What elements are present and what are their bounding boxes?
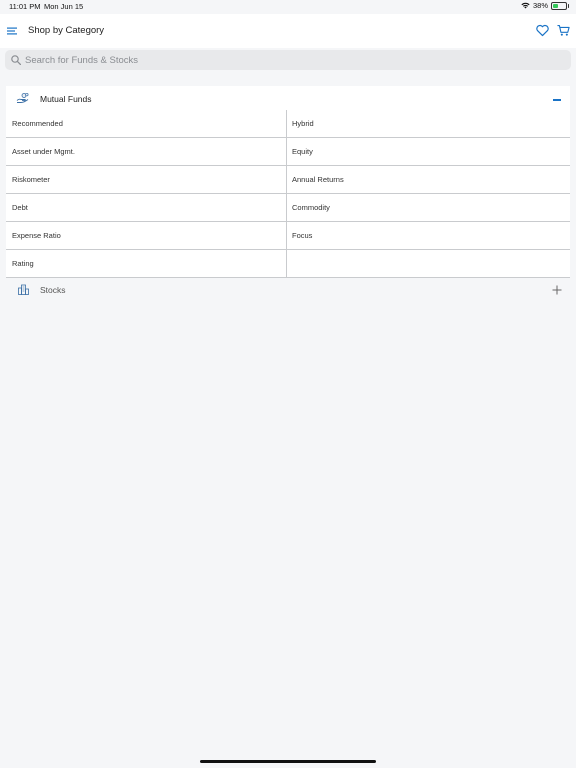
- stocks-building-icon: [18, 284, 29, 295]
- mutual-funds-section-header[interactable]: Mutual Funds: [6, 86, 570, 110]
- battery-fill: [553, 3, 558, 8]
- battery-icon: [551, 1, 569, 10]
- expand-plus-icon[interactable]: [552, 285, 562, 295]
- cart-icon[interactable]: [557, 24, 570, 37]
- mutual-funds-icon: [16, 92, 29, 103]
- category-recommended[interactable]: Recommended: [6, 110, 287, 137]
- grid-row: Asset under Mgmt. Equity: [6, 138, 570, 166]
- menu-icon[interactable]: [7, 26, 17, 36]
- status-indicators: 38%: [521, 1, 569, 10]
- status-date: Mon Jun 15: [44, 2, 84, 11]
- category-annual-returns[interactable]: Annual Returns: [287, 166, 570, 193]
- grid-row: Recommended Hybrid: [6, 110, 570, 138]
- grid-row: Expense Ratio Focus: [6, 222, 570, 250]
- search-input[interactable]: [25, 50, 565, 70]
- status-time: 11:01 PM: [9, 2, 41, 11]
- category-debt[interactable]: Debt: [6, 194, 287, 221]
- category-hybrid[interactable]: Hybrid: [287, 110, 570, 137]
- category-riskometer[interactable]: Riskometer: [6, 166, 287, 193]
- category-asset-under-mgmt[interactable]: Asset under Mgmt.: [6, 138, 287, 165]
- category-equity[interactable]: Equity: [287, 138, 570, 165]
- app-header: Shop by Category: [0, 14, 576, 48]
- category-empty-cell: [287, 250, 570, 277]
- collapse-icon[interactable]: [553, 99, 561, 101]
- home-indicator: [200, 760, 376, 763]
- category-expense-ratio[interactable]: Expense Ratio: [6, 222, 287, 249]
- page-title: Shop by Category: [28, 25, 105, 36]
- category-commodity[interactable]: Commodity: [287, 194, 570, 221]
- stocks-title: Stocks: [40, 285, 66, 295]
- status-bar: 11:01 PM Mon Jun 15 38%: [0, 0, 576, 14]
- category-focus[interactable]: Focus: [287, 222, 570, 249]
- category-rating[interactable]: Rating: [6, 250, 287, 277]
- stocks-section-header[interactable]: Stocks: [6, 279, 570, 303]
- wifi-icon: [521, 2, 530, 9]
- grid-row: Rating: [6, 250, 570, 278]
- search-icon: [11, 55, 21, 65]
- grid-row: Riskometer Annual Returns: [6, 166, 570, 194]
- mutual-funds-title: Mutual Funds: [40, 94, 92, 104]
- grid-row: Debt Commodity: [6, 194, 570, 222]
- heart-icon[interactable]: [536, 24, 549, 37]
- mutual-funds-category-grid: Recommended Hybrid Asset under Mgmt. Equ…: [6, 110, 570, 278]
- battery-percent: 38%: [532, 1, 548, 10]
- search-bar[interactable]: [5, 50, 571, 70]
